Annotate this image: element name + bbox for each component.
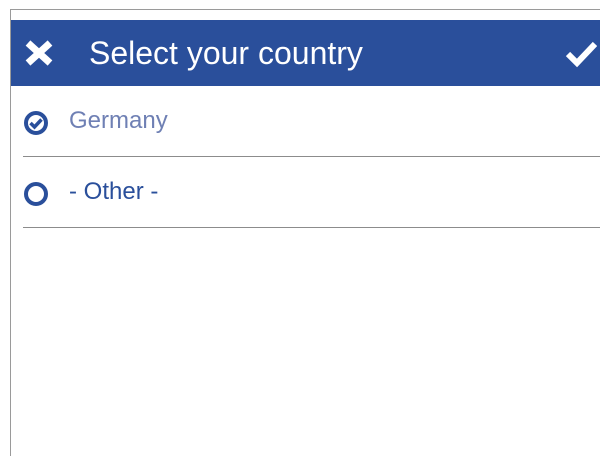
dialog-title: Select your country	[89, 35, 363, 71]
country-option-germany[interactable]: Germany	[23, 87, 600, 157]
close-button[interactable]	[25, 37, 53, 69]
radio-empty-icon	[23, 181, 49, 207]
option-label: Germany	[69, 107, 168, 134]
country-select-dialog: Select your country Germany - Other -	[10, 9, 600, 456]
checkmark-icon	[565, 41, 598, 68]
confirm-button[interactable]	[565, 37, 598, 69]
option-label: - Other -	[69, 178, 159, 205]
close-icon	[25, 40, 53, 66]
dialog-header: Select your country	[11, 20, 600, 86]
radio-checked-icon	[23, 110, 49, 136]
country-option-other[interactable]: - Other -	[23, 158, 600, 228]
